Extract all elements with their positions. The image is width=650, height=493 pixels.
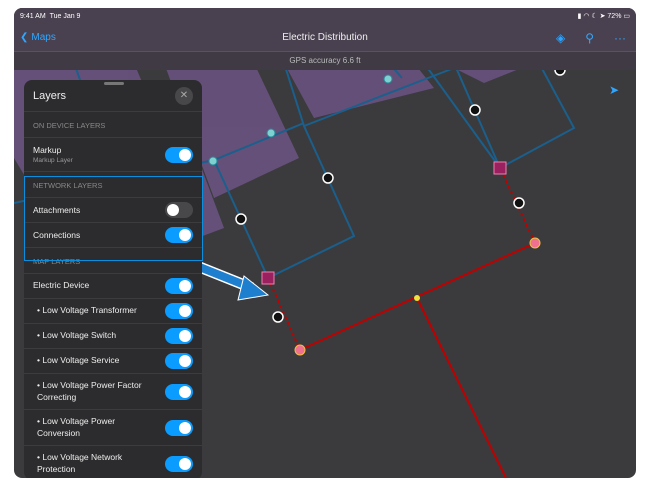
layer-label: • Low Voltage Transformer (37, 305, 137, 316)
back-button[interactable]: ❮ Maps (20, 32, 56, 43)
layer-label: • Low Voltage Switch (37, 330, 117, 341)
layer-toggle[interactable] (165, 353, 193, 369)
markup-toggle[interactable] (165, 146, 193, 163)
attachments-toggle[interactable] (165, 202, 193, 218)
switch-icon (513, 197, 525, 209)
transformer-symbols (261, 161, 507, 285)
section-header: ON DEVICE LAYERS (24, 112, 202, 138)
service-point-icon (529, 237, 541, 249)
gps-accuracy: GPS accuracy 6.6 ft (14, 52, 636, 70)
service-point-icon (294, 344, 306, 356)
service-points (294, 237, 541, 356)
layer-label: Markup (33, 145, 62, 155)
search-icon[interactable]: ⚲ (585, 31, 594, 45)
layer-label: Connections (33, 230, 81, 240)
layer-toggle[interactable] (165, 455, 193, 472)
layer-toggle[interactable] (165, 383, 193, 400)
locate-icon[interactable]: ➤ (602, 78, 626, 102)
layer-label: Electric Device (33, 280, 90, 291)
ipad-screen: 9:41 AM Tue Jan 9 ▮ ◠ ☾ ➤ 72% ▭ ❮ Maps El… (14, 8, 636, 478)
status-date: Tue Jan 9 (49, 12, 81, 20)
layer-toggle[interactable] (165, 328, 193, 344)
layer-row: • Low Voltage Network Protection (24, 446, 202, 478)
more-icon[interactable]: ··· (614, 31, 626, 45)
layer-row: • Low Voltage Power Factor Correcting (24, 374, 202, 410)
layer-label: • Low Voltage Network Protection (37, 452, 123, 474)
layer-row-connections: Connections (24, 223, 202, 248)
fuse-icon (266, 128, 276, 138)
switch-symbols (235, 64, 566, 323)
transformer-icon (493, 161, 507, 175)
layer-sublabel: Markup Layer (33, 157, 73, 164)
chevron-left-icon: ❮ (20, 32, 29, 43)
layers-panel: Layers ✕ ON DEVICE LAYERS Markup Markup La… (24, 80, 202, 478)
layer-row-attachments: Attachments (24, 198, 202, 223)
layer-toggle[interactable] (165, 303, 193, 319)
layer-row: • Low Voltage Power Conversion (24, 410, 202, 446)
close-icon[interactable]: ✕ (175, 86, 193, 105)
red-lines (267, 167, 536, 478)
layers-icon[interactable]: ◈ (556, 31, 565, 45)
layer-row-markup: Markup Markup Layer (24, 138, 202, 172)
switch-icon (469, 104, 481, 116)
switch-icon (272, 311, 284, 323)
back-label: Maps (31, 32, 56, 43)
layer-toggle[interactable] (165, 278, 193, 294)
battery-icon: ▭ (623, 13, 630, 20)
layer-row: • Low Voltage Service (24, 349, 202, 374)
drag-handle[interactable] (104, 82, 124, 85)
status-time: 9:41 AM (20, 12, 46, 20)
battery-percent: 72% (607, 13, 622, 20)
transformer-icon (261, 271, 275, 285)
status-bar: 9:41 AM Tue Jan 9 ▮ ◠ ☾ ➤ 72% ▭ (14, 8, 636, 24)
layer-label: • Low Voltage Power Factor Correcting (37, 380, 142, 402)
page-title: Electric Distribution (282, 32, 368, 43)
switch-icon (235, 213, 247, 225)
layer-label: • Low Voltage Power Conversion (37, 416, 116, 438)
section-header: MAP LAYERS (24, 248, 202, 274)
layer-toggle[interactable] (165, 419, 193, 436)
switch-icon (322, 172, 334, 184)
layer-row: • Low Voltage Switch (24, 324, 202, 349)
layer-label: Attachments (33, 205, 81, 215)
panel-title: Layers (33, 89, 67, 102)
signal-wifi-icon: ▮ ◠ ☾ ➤ (577, 13, 608, 20)
connections-toggle[interactable] (165, 227, 193, 243)
parcel (284, 63, 434, 118)
layer-label: • Low Voltage Service (37, 355, 120, 366)
nav-bar: ❮ Maps Electric Distribution ◈ ⚲ ··· (14, 24, 636, 52)
section-header: NETWORK LAYERS (24, 172, 202, 198)
junction-icon (414, 295, 420, 301)
layer-row: • Low Voltage Transformer (24, 299, 202, 324)
layer-row: Electric Device (24, 274, 202, 299)
fuse-icon (383, 74, 393, 84)
fuse-icon (208, 156, 218, 166)
